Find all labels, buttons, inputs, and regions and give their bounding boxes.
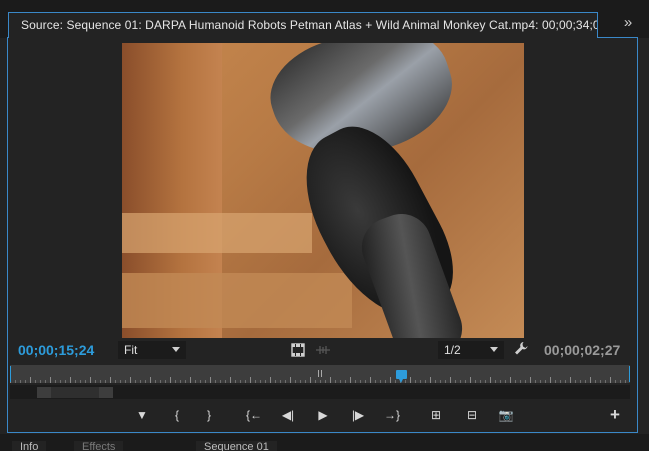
playhead-indicator — [398, 379, 403, 383]
source-monitor-panel: Source: Sequence 01: DARPA Humanoid Robo… — [0, 0, 649, 434]
playhead-handle[interactable] — [395, 370, 407, 379]
ruler-major-ticks — [10, 377, 630, 383]
export-frame-button[interactable]: 📷 — [497, 406, 515, 424]
tab-effects-label: Effects — [82, 441, 116, 451]
overwrite-button[interactable]: ⊟ — [463, 406, 481, 424]
zoom-level-value: Fit — [124, 343, 138, 357]
video-preview[interactable] — [122, 43, 524, 338]
button-editor-add-button[interactable]: + — [610, 405, 620, 425]
insert-button[interactable]: ⊞ — [427, 406, 445, 424]
chevron-down-icon — [490, 347, 498, 352]
safe-margins-icon[interactable] — [291, 343, 305, 357]
time-ruler[interactable] — [10, 365, 630, 383]
tab-effects[interactable]: Effects — [74, 441, 124, 451]
step-back-button[interactable]: ◀| — [279, 406, 297, 424]
playback-resolution-select[interactable]: 1/2 — [438, 341, 504, 359]
tab-info-label: Info — [20, 441, 39, 451]
tab-info[interactable]: Info — [12, 441, 47, 451]
tab-sequence-label: Sequence 01 — [204, 441, 269, 451]
video-frame-shelf — [122, 273, 352, 328]
zoom-level-select[interactable]: Fit — [118, 341, 186, 359]
ruler-center-marker — [318, 370, 322, 377]
step-forward-button[interactable]: |▶ — [349, 406, 367, 424]
chevron-down-icon — [172, 347, 180, 352]
ruler-start-edge — [10, 366, 11, 382]
duration-timecode: 00;00;02;27 — [544, 342, 621, 358]
audio-drag-icon[interactable] — [316, 343, 330, 357]
video-frame-shelf — [122, 213, 312, 253]
current-timecode[interactable]: 00;00;15;24 — [18, 342, 94, 358]
mark-in-button[interactable]: { — [168, 406, 186, 424]
play-button[interactable]: ▶ — [314, 406, 332, 424]
add-marker-button[interactable]: ▼ — [133, 406, 151, 424]
mark-out-button[interactable]: } — [200, 406, 218, 424]
wrench-icon[interactable] — [514, 341, 528, 356]
go-to-out-button[interactable]: →} — [383, 406, 401, 424]
double-chevron-right-icon[interactable]: » — [619, 14, 637, 34]
playback-resolution-value: 1/2 — [444, 343, 461, 357]
tab-source[interactable]: Source: Sequence 01: DARPA Humanoid Robo… — [8, 12, 598, 38]
zoom-scroll-thumb[interactable] — [37, 387, 113, 398]
tab-sequence[interactable]: Sequence 01 — [196, 441, 277, 451]
ruler-end-edge — [629, 366, 630, 382]
source-tab-title: Source: Sequence 01: DARPA Humanoid Robo… — [21, 18, 598, 32]
go-to-in-button[interactable]: {← — [245, 406, 263, 424]
